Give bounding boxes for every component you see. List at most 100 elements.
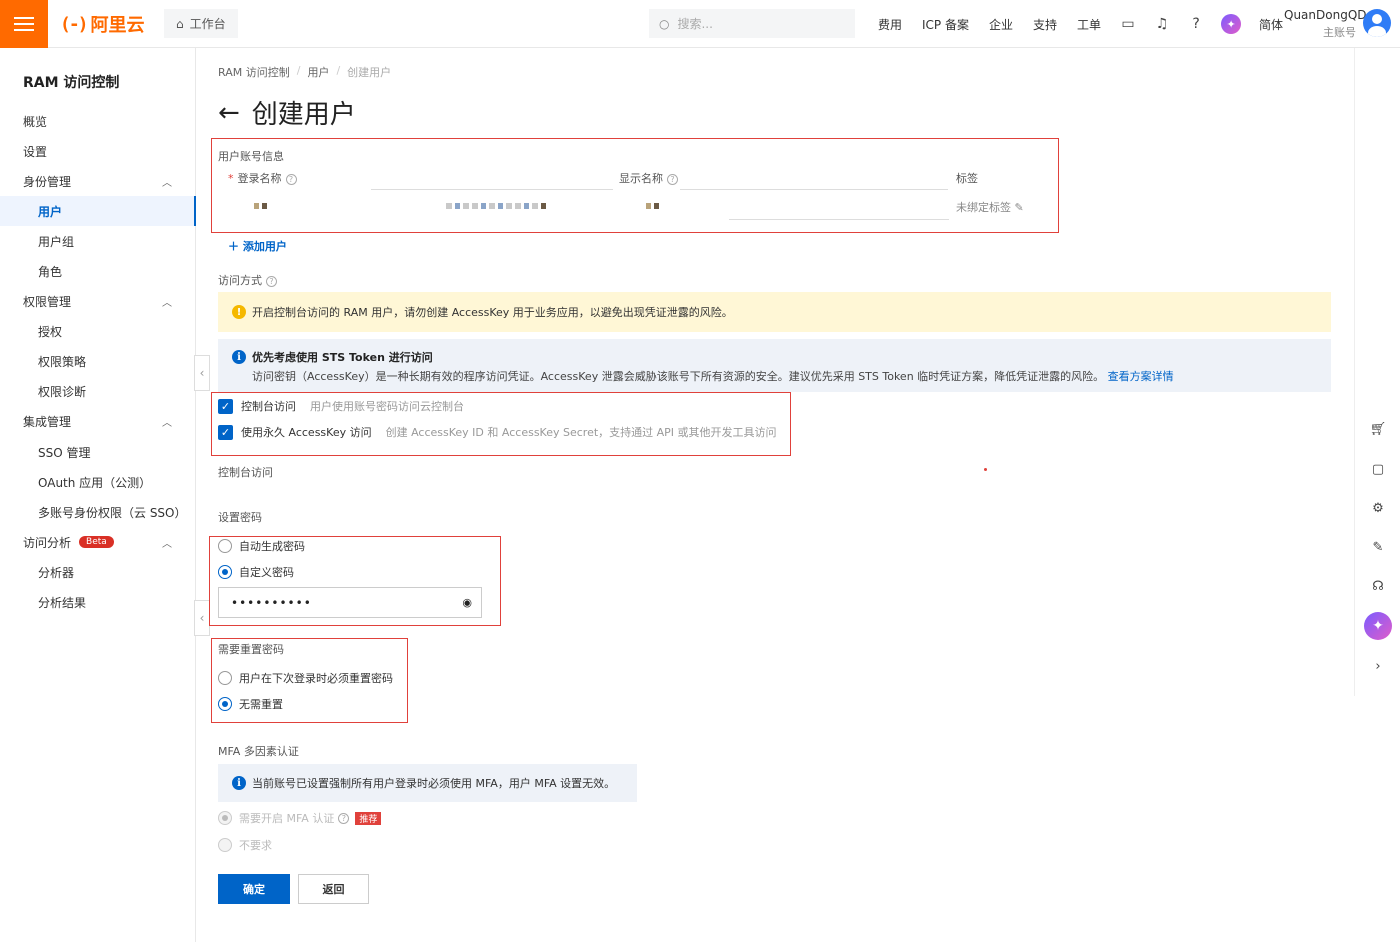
tags-edit[interactable]: 未绑定标签 ✎ bbox=[956, 199, 1024, 215]
custom-password-radio[interactable]: 自定义密码 bbox=[218, 564, 294, 580]
help-icon[interactable]: ? bbox=[1179, 16, 1213, 32]
mfa-require-radio: 需要开启 MFA 认证? 推荐 bbox=[218, 810, 382, 826]
sidebar-item-roles[interactable]: 角色 bbox=[0, 256, 196, 286]
breadcrumb-create-user: 创建用户 bbox=[347, 66, 392, 79]
search-input[interactable]: ○ 搜索... bbox=[649, 9, 855, 38]
sidebar-item-analyzer[interactable]: 分析器 bbox=[0, 557, 196, 587]
home-icon: ⌂ bbox=[176, 16, 184, 31]
account-section-title: 用户账号信息 bbox=[218, 150, 284, 163]
auto-password-radio[interactable]: 自动生成密码 bbox=[218, 538, 305, 554]
bell-icon[interactable]: ♫ bbox=[1145, 16, 1179, 32]
sidebar-item-grant[interactable]: 授权 bbox=[0, 316, 196, 346]
sidebar-group-identity[interactable]: 身份管理 ︿ bbox=[0, 166, 196, 196]
back-arrow-icon[interactable]: ← bbox=[218, 98, 240, 128]
chevron-up-icon: ︿ bbox=[162, 298, 172, 309]
check-icon: ✓ bbox=[218, 424, 233, 440]
nav-icp[interactable]: ICP 备案 bbox=[912, 16, 979, 33]
view-solution-link[interactable]: 查看方案详情 bbox=[1108, 370, 1174, 383]
help-icon[interactable]: ? bbox=[338, 812, 350, 824]
sidebar-group-analysis[interactable]: 访问分析 Beta ︿ bbox=[0, 527, 196, 557]
user-info[interactable]: QuanDongQD 主账号 bbox=[1284, 8, 1367, 40]
document-icon[interactable]: ▢ bbox=[1365, 456, 1391, 482]
back-button[interactable]: 返回 bbox=[298, 874, 369, 904]
sidebar-item-results[interactable]: 分析结果 bbox=[0, 587, 196, 617]
info-icon: i bbox=[232, 350, 246, 364]
sts-info-banner: i 优先考虑使用 STS Token 进行访问 访问密钥（AccessKey）是一… bbox=[218, 339, 1331, 392]
mfa-not-require-radio: 不要求 bbox=[218, 837, 272, 853]
mfa-info-banner: i 当前账号已设置强制所有用户登录时必须使用 MFA，用户 MFA 设置无效。 bbox=[218, 764, 637, 802]
sidebar-item-oauth[interactable]: OAuth 应用（公测） bbox=[0, 467, 196, 497]
tags-label: 标签 bbox=[956, 172, 978, 185]
user-role: 主账号 bbox=[1323, 26, 1356, 39]
info-icon: i bbox=[232, 776, 246, 790]
sidebar-item-diagnosis[interactable]: 权限诊断 bbox=[0, 376, 196, 406]
accesskey-checkbox[interactable]: ✓ 使用永久 AccessKey 访问 创建 AccessKey ID 和 Ac… bbox=[218, 424, 777, 440]
recommend-badge: 推荐 bbox=[355, 811, 382, 825]
page-title: ← 创建用户 bbox=[218, 94, 356, 131]
sidebar-item-settings[interactable]: 设置 bbox=[0, 136, 196, 166]
access-title: 访问方式? bbox=[218, 272, 277, 288]
login-name-label: * 登录名称? bbox=[228, 170, 297, 186]
nav-enterprise[interactable]: 企业 bbox=[979, 16, 1023, 33]
sidebar-title: RAM 访问控制 bbox=[23, 75, 120, 91]
avatar[interactable] bbox=[1363, 9, 1391, 37]
reset-title: 需要重置密码 bbox=[218, 643, 284, 656]
sidebar-item-groups[interactable]: 用户组 bbox=[0, 226, 196, 256]
chevron-up-icon: ︿ bbox=[162, 539, 172, 550]
breadcrumb-users[interactable]: 用户 bbox=[307, 64, 329, 80]
sidebar: RAM 访问控制 概览 设置 身份管理 ︿ 用户 用户组 角色 权限管理 ︿ 授权 … bbox=[0, 48, 196, 942]
sidebar-item-multi-sso[interactable]: 多账号身份权限（云 SSO） bbox=[0, 497, 196, 527]
breadcrumb-ram[interactable]: RAM 访问控制 bbox=[218, 64, 290, 80]
ai-assistant-icon[interactable]: ✦ bbox=[1221, 14, 1242, 34]
chevron-right-icon[interactable]: › bbox=[1365, 653, 1391, 679]
cart-icon[interactable]: 🛒︎ bbox=[1365, 416, 1391, 442]
top-nav: 费用 ICP 备案 企业 支持 工单 ▭ ♫ ? ✦ 简体 bbox=[868, 0, 1293, 48]
breadcrumb: RAM 访问控制 / 用户 / 创建用户 bbox=[218, 64, 392, 80]
display-name-label: 显示名称? bbox=[619, 170, 678, 186]
sidebar-group-permissions[interactable]: 权限管理 ︿ bbox=[0, 286, 196, 316]
workbench-button[interactable]: ⌂ 工作台 bbox=[164, 9, 238, 38]
user-name: QuanDongQD bbox=[1284, 8, 1367, 22]
login-name-domain bbox=[446, 203, 546, 209]
warning-icon: ! bbox=[232, 305, 246, 319]
no-reset-radio[interactable]: 无需重置 bbox=[218, 696, 283, 712]
password-title: 设置密码 bbox=[218, 511, 262, 524]
top-bar: (-) 阿里云 ⌂ 工作台 ○ 搜索... 费用 ICP 备案 企业 支持 工单… bbox=[0, 0, 1400, 48]
gear-icon[interactable]: ⚙ bbox=[1365, 495, 1391, 521]
sidebar-group-integration[interactable]: 集成管理 ︿ bbox=[0, 406, 196, 436]
help-icon[interactable]: ? bbox=[285, 173, 297, 185]
add-user-button[interactable]: ＋ 添加用户 bbox=[228, 238, 287, 254]
page-title-text: 创建用户 bbox=[251, 100, 356, 130]
sidebar-item-overview[interactable]: 概览 bbox=[0, 106, 196, 136]
ai-assistant-icon[interactable]: ✦ bbox=[1364, 612, 1392, 640]
menu-icon[interactable] bbox=[0, 0, 48, 48]
check-icon: ✓ bbox=[218, 398, 233, 414]
sidebar-item-policies[interactable]: 权限策略 bbox=[0, 346, 196, 376]
confirm-button[interactable]: 确定 bbox=[218, 874, 290, 904]
password-input[interactable]: •••••••••• ◉ bbox=[218, 587, 482, 618]
chevron-up-icon: ︿ bbox=[162, 178, 172, 189]
search-icon: ○ bbox=[659, 16, 670, 31]
console-section-title: 控制台访问 bbox=[218, 466, 273, 479]
help-icon[interactable]: ? bbox=[667, 173, 678, 185]
nav-support[interactable]: 支持 bbox=[1023, 16, 1067, 33]
terminal-icon[interactable]: ▭ bbox=[1111, 16, 1145, 32]
nav-ticket[interactable]: 工单 bbox=[1067, 16, 1111, 33]
warning-banner: ! 开启控制台访问的 RAM 用户，请勿创建 AccessKey 用于业务应用，… bbox=[218, 292, 1331, 332]
display-name-input[interactable] bbox=[646, 203, 659, 209]
mfa-title: MFA 多因素认证 bbox=[218, 745, 299, 758]
must-reset-radio[interactable]: 用户在下次登录时必须重置密码 bbox=[218, 670, 393, 686]
help-icon[interactable]: ? bbox=[266, 275, 277, 287]
chevron-up-icon: ︿ bbox=[162, 418, 172, 429]
eye-hidden-icon[interactable]: ◉ bbox=[462, 596, 473, 609]
nav-billing[interactable]: 费用 bbox=[868, 16, 912, 33]
login-name-input[interactable] bbox=[254, 203, 267, 209]
beta-badge: Beta bbox=[79, 536, 114, 548]
main-content: RAM 访问控制 / 用户 / 创建用户 ← 创建用户 用户账号信息 * 登录名称… bbox=[196, 48, 1354, 942]
headset-icon[interactable]: ☊ bbox=[1365, 573, 1391, 599]
sidebar-item-sso[interactable]: SSO 管理 bbox=[0, 437, 196, 467]
edit-icon[interactable]: ✎ bbox=[1365, 534, 1391, 560]
sidebar-item-users[interactable]: 用户 bbox=[0, 196, 196, 226]
console-access-checkbox[interactable]: ✓ 控制台访问 用户使用账号密码访问云控制台 bbox=[218, 398, 464, 414]
aliyun-logo[interactable]: (-) 阿里云 bbox=[60, 12, 145, 37]
